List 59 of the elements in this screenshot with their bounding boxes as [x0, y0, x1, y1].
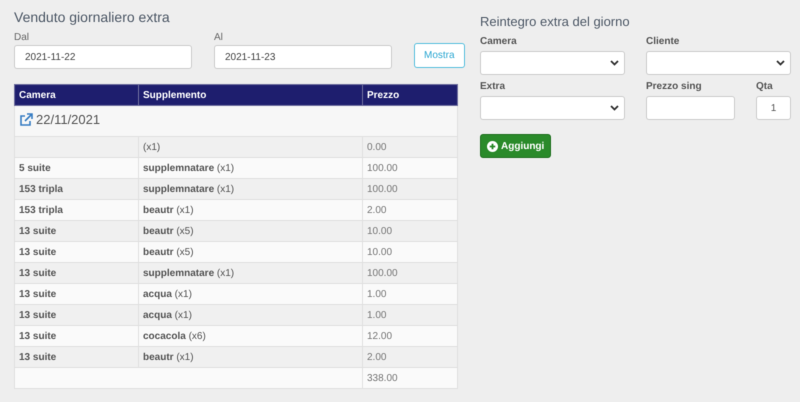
- select-field[interactable]: [480, 51, 625, 75]
- table-cell: 1.00: [362, 304, 458, 326]
- column-header: Prezzo: [362, 84, 458, 106]
- column-header: Camera: [14, 84, 138, 106]
- table-cell: 13 suite: [14, 326, 138, 346]
- plus-circle-icon: [487, 140, 498, 152]
- table-cell: 10.00: [362, 242, 458, 262]
- table-cell: 1.00: [362, 284, 458, 304]
- table-cell: acqua (x1): [138, 304, 362, 326]
- input-field[interactable]: [646, 96, 735, 120]
- field-label: Cliente: [646, 36, 680, 47]
- date-field[interactable]: 2021-11-22: [14, 45, 192, 69]
- table-cell: 12.00: [362, 326, 458, 346]
- table-cell: beautr (x5): [138, 242, 362, 262]
- table-cell: 153 tripla: [14, 200, 138, 220]
- field-label: Dal: [14, 32, 30, 43]
- field-label: Extra: [480, 81, 506, 92]
- form-title: Reintegro extra del giorno: [480, 14, 631, 29]
- page-title: Venduto giornaliero extra: [14, 9, 171, 25]
- table-cell: 100.00: [362, 262, 458, 284]
- table-cell: 13 suite: [14, 346, 138, 368]
- table-cell: supplemnatare (x1): [138, 178, 362, 200]
- table-cell: cocacola (x6): [138, 326, 362, 346]
- table-cell: 2.00: [362, 346, 458, 368]
- table-cell: 13 suite: [14, 262, 138, 284]
- chevron-down-icon: [610, 60, 619, 66]
- table-cell: beautr (x1): [138, 346, 362, 368]
- table-cell: supplemnatare (x1): [138, 158, 362, 178]
- field-label: Prezzo sing: [646, 81, 703, 92]
- table-cell: 0.00: [362, 136, 458, 158]
- table-cell: 100.00: [362, 158, 458, 178]
- table-cell: beautr (x1): [138, 200, 362, 220]
- chevron-down-icon: [610, 105, 619, 111]
- table-cell: 10.00: [362, 220, 458, 242]
- table-cell: 5 suite: [14, 158, 138, 178]
- date-group-label: 22/11/2021: [36, 112, 100, 128]
- table-cell: acqua (x1): [138, 284, 362, 304]
- column-header: Supplemento: [138, 84, 362, 106]
- table-cell: 2.00: [362, 200, 458, 220]
- external-link-icon[interactable]: [19, 112, 33, 127]
- field-label: Qta: [756, 81, 774, 92]
- chevron-down-icon: [776, 60, 785, 66]
- table-cell: supplemnatare (x1): [138, 262, 362, 284]
- table-cell: 13 suite: [14, 242, 138, 262]
- add-button[interactable]: Aggiungi: [480, 134, 552, 158]
- table-cell: 13 suite: [14, 284, 138, 304]
- date-field[interactable]: 2021-11-23: [214, 45, 392, 69]
- table-cell: 13 suite: [14, 220, 138, 242]
- table-cell: 100.00: [362, 178, 458, 200]
- table-cell: beautr (x5): [138, 220, 362, 242]
- table-cell: 153 tripla: [14, 178, 138, 200]
- field-label: Al: [214, 32, 224, 43]
- input-field[interactable]: 1: [756, 96, 791, 120]
- table-cell: (x1): [138, 136, 362, 158]
- select-field[interactable]: [480, 96, 625, 120]
- table-cell: 13 suite: [14, 304, 138, 326]
- select-field[interactable]: [646, 51, 791, 75]
- field-label: Camera: [480, 36, 518, 47]
- total-cell: 338.00: [362, 368, 458, 388]
